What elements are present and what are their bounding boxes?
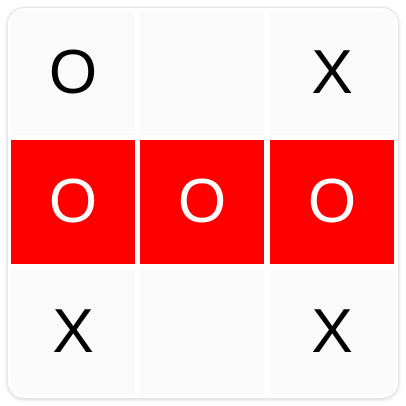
cell-3[interactable]: O (11, 140, 135, 264)
cell-2-mark: X (311, 38, 353, 107)
cell-7[interactable] (140, 270, 264, 394)
cell-5-mark: O (307, 167, 357, 236)
cell-5[interactable]: O (270, 140, 394, 264)
cell-6[interactable]: X (11, 270, 135, 394)
cell-4-mark: O (177, 167, 227, 236)
cell-0[interactable]: O (11, 11, 135, 135)
cell-2[interactable]: X (270, 11, 394, 135)
cell-8[interactable]: X (270, 270, 394, 394)
tic-tac-toe-board: O X O O O X X (8, 8, 398, 398)
cell-4[interactable]: O (140, 140, 264, 264)
cell-6-mark: X (52, 297, 94, 366)
cell-3-mark: O (48, 167, 98, 236)
cell-1[interactable] (140, 11, 264, 135)
cell-0-mark: O (48, 38, 98, 107)
cell-8-mark: X (311, 297, 353, 366)
